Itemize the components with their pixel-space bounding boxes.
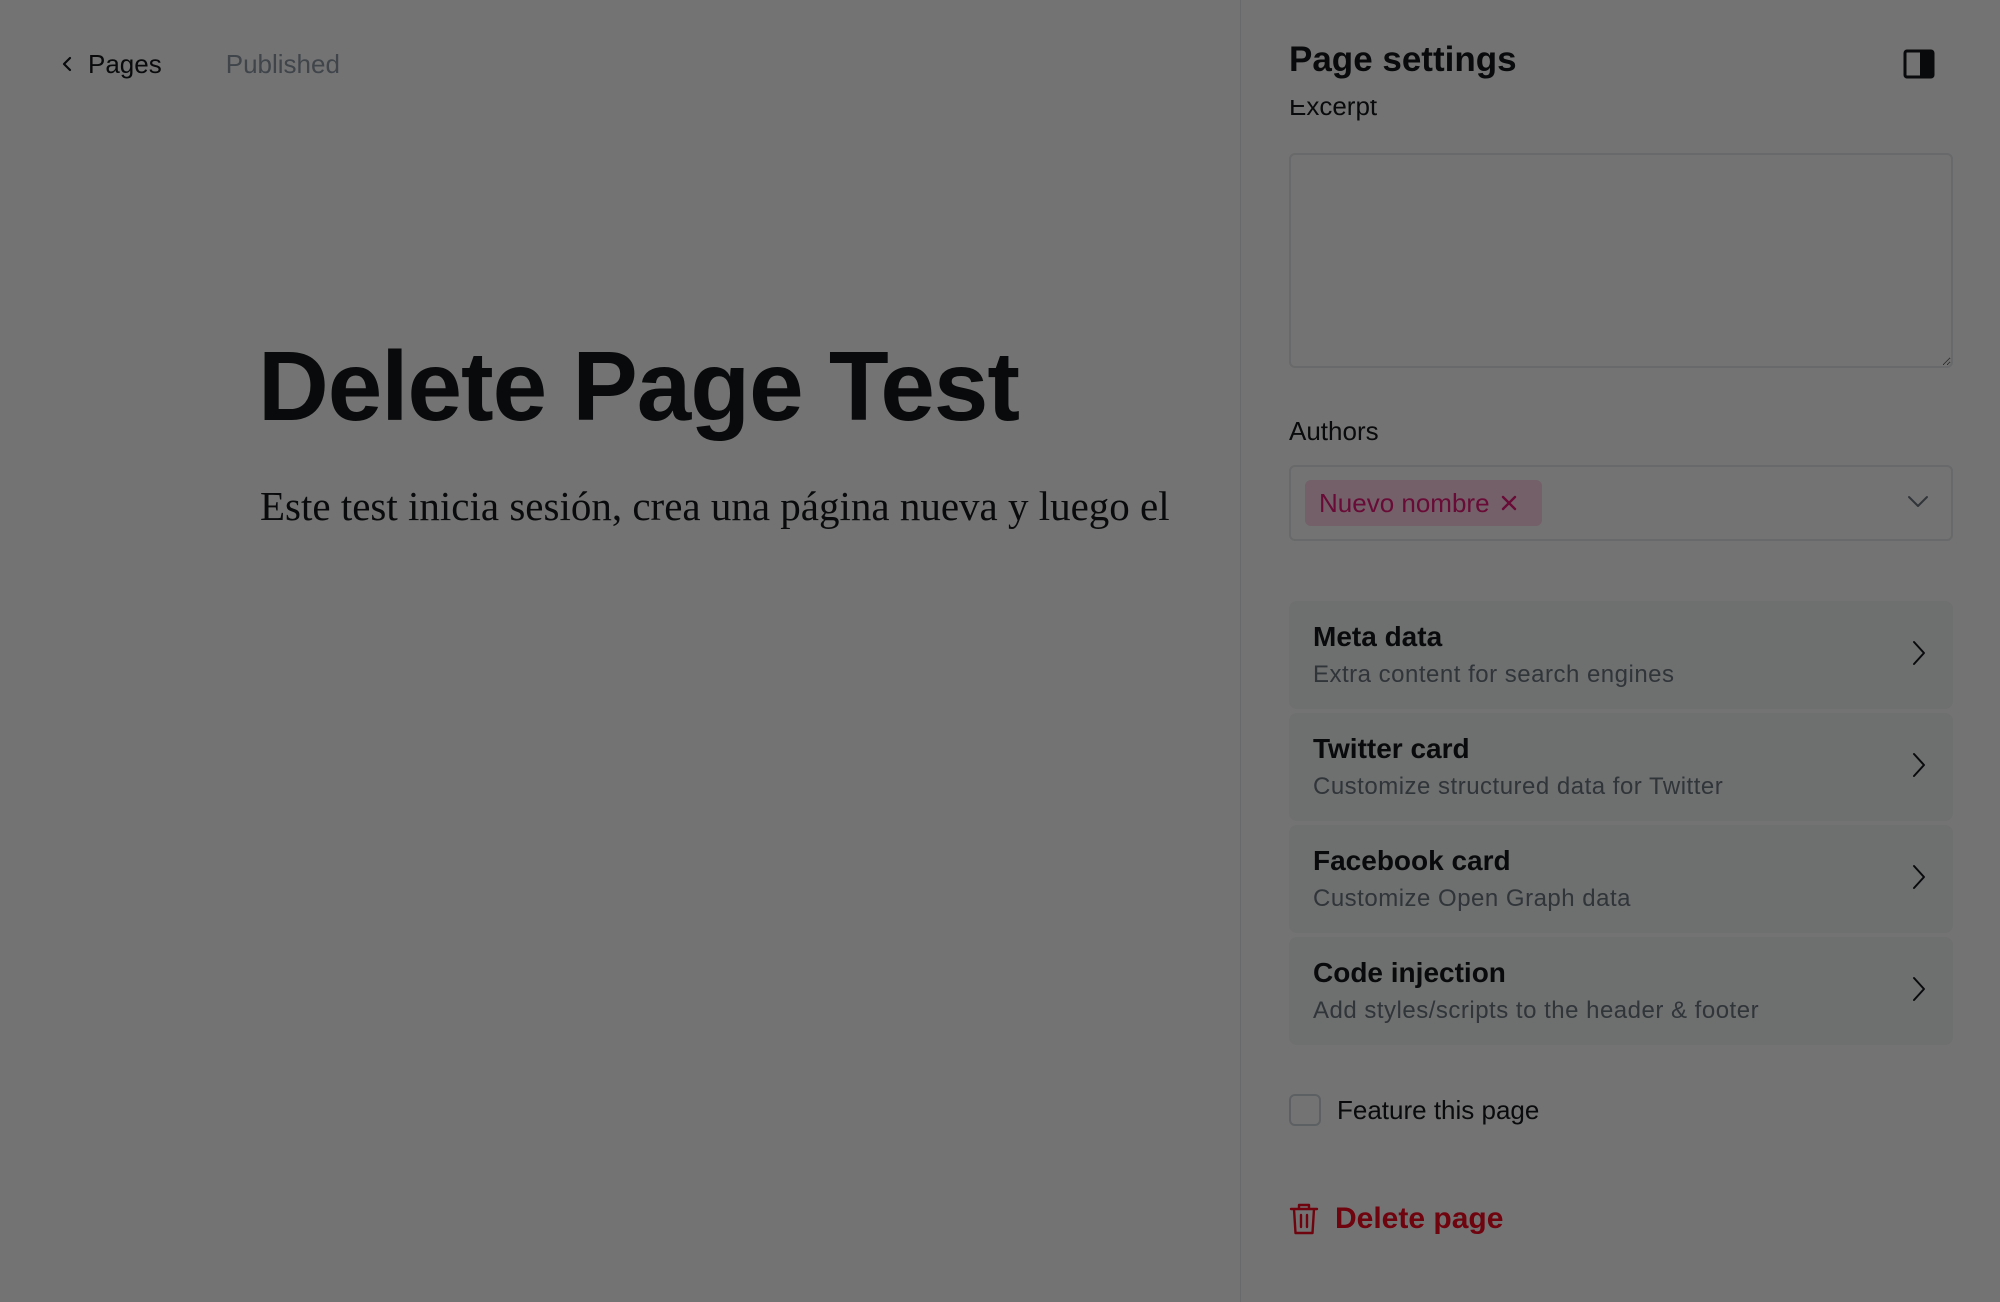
back-to-pages-link[interactable]: Pages [58, 49, 162, 80]
trash-icon [1289, 1203, 1319, 1235]
settings-nav-list: Meta data Extra content for search engin… [1289, 601, 1953, 1049]
back-link-label: Pages [88, 48, 162, 79]
chevron-right-icon [1913, 977, 1925, 1001]
editor-area: Pages Published Delete Page Test Este te… [0, 0, 1240, 1302]
chevron-down-icon[interactable] [1907, 495, 1929, 509]
delete-page-label: Delete page [1335, 1202, 1504, 1235]
nav-item-meta-data[interactable]: Meta data Extra content for search engin… [1289, 601, 1953, 709]
close-icon[interactable] [1500, 494, 1518, 512]
chevron-right-icon [1913, 865, 1925, 889]
nav-item-title: Facebook card [1313, 845, 1511, 876]
page-title[interactable]: Delete Page Test [258, 330, 1020, 443]
chevron-right-icon [1913, 753, 1925, 777]
chevron-right-icon [1913, 641, 1925, 665]
feature-page-toggle[interactable]: Feature this page [1289, 1094, 1539, 1126]
author-token-label: Nuevo nombre [1319, 487, 1490, 518]
editor-topbar: Pages Published [58, 46, 340, 82]
nav-item-facebook-card[interactable]: Facebook card Customize Open Graph data [1289, 825, 1953, 933]
panel-title: Page settings [1289, 40, 1517, 79]
excerpt-textarea[interactable] [1289, 153, 1953, 368]
nav-item-description: Customize Open Graph data [1313, 885, 1631, 912]
panel-header: Page settings [1289, 38, 1969, 88]
authors-label: Authors [1289, 416, 1379, 446]
nav-item-description: Add styles/scripts to the header & foote… [1313, 997, 1760, 1024]
feature-checkbox[interactable] [1289, 1094, 1321, 1126]
nav-item-description: Extra content for search engines [1313, 661, 1675, 688]
authors-select[interactable]: Nuevo nombre [1289, 465, 1953, 541]
nav-item-description: Customize structured data for Twitter [1313, 773, 1724, 800]
page-settings-panel: Page settings Excerpt Authors Nuevo nomb… [1240, 0, 2000, 1302]
nav-item-title: Meta data [1313, 621, 1443, 652]
sidebar-toggle-icon[interactable] [1903, 48, 1935, 80]
nav-item-code-injection[interactable]: Code injection Add styles/scripts to the… [1289, 937, 1953, 1045]
excerpt-label: Excerpt [1289, 100, 1378, 121]
page-body-text[interactable]: Este test inicia sesión, crea una página… [260, 482, 1170, 530]
delete-page-button[interactable]: Delete page [1289, 1202, 1503, 1236]
author-token[interactable]: Nuevo nombre [1305, 480, 1542, 526]
nav-item-twitter-card[interactable]: Twitter card Customize structured data f… [1289, 713, 1953, 821]
excerpt-label-clip: Excerpt [1289, 100, 1969, 136]
feature-label: Feature this page [1337, 1094, 1540, 1125]
post-status: Published [225, 48, 340, 79]
chevron-left-icon [62, 56, 72, 72]
nav-item-title: Twitter card [1313, 733, 1470, 764]
nav-item-title: Code injection [1313, 957, 1506, 988]
